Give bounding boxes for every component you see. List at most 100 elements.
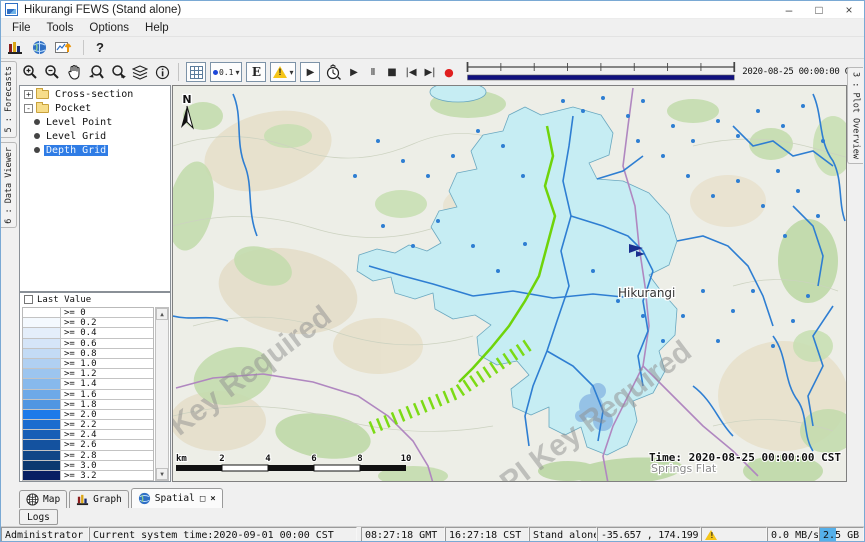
tree-row[interactable]: Level Point xyxy=(20,116,170,128)
tree-row[interactable]: - Pocket xyxy=(20,102,170,114)
menu-bar: File Tools Options Help xyxy=(1,20,864,37)
expand-icon[interactable]: + xyxy=(24,90,33,99)
zoom-in-icon[interactable] xyxy=(20,62,40,82)
tree-item-level-grid[interactable]: Level Grid xyxy=(44,131,108,142)
threshold-dot-icon xyxy=(213,70,218,75)
logs-button[interactable]: Logs xyxy=(19,509,58,525)
last-value-checkbox[interactable] xyxy=(24,295,33,304)
tree-item-cross-section[interactable]: Cross-section xyxy=(53,89,135,100)
status-gmt-time: 08:27:18 GMT xyxy=(361,527,445,542)
map-toolbar: 0.1 ▾ E ▾ ▶ ▶ Ⅱ ■ |◀ ▶| ● xyxy=(19,59,862,85)
warning-thresholds-button[interactable]: ▾ xyxy=(270,62,296,82)
menu-help[interactable]: Help xyxy=(137,21,177,35)
pause-button[interactable]: Ⅱ xyxy=(363,62,382,82)
record-icon: ● xyxy=(444,66,454,79)
zoom-out-icon[interactable] xyxy=(42,62,62,82)
contour-threshold-button[interactable]: 0.1 ▾ xyxy=(210,62,242,82)
legend-scrollbar[interactable]: ▲ ▼ xyxy=(155,307,169,481)
toolbar-separator xyxy=(178,63,179,81)
legend-row: >= 0.6 xyxy=(23,339,153,349)
movie-play-icon: ▶ xyxy=(307,67,315,78)
time-slider[interactable] xyxy=(464,60,738,84)
left-tab-strip: 5 : Forecasts 6 : Data Viewer xyxy=(1,61,18,232)
tree-item-pocket[interactable]: Pocket xyxy=(53,103,93,114)
tab-plot-overview[interactable]: 3 : Plot Overview xyxy=(847,67,863,164)
layers-icon[interactable] xyxy=(130,62,150,82)
help-icon[interactable]: ? xyxy=(90,39,110,56)
tab-spatial[interactable]: Spatial □ × xyxy=(131,488,223,508)
collapse-icon[interactable]: - xyxy=(24,104,33,113)
map-canvas[interactable]: API Key Required API Key Required N Hiku… xyxy=(172,85,847,482)
legend-threshold: >= 0.4 xyxy=(61,328,153,337)
classification-legend-button[interactable]: E xyxy=(246,62,266,82)
grid-display-button[interactable] xyxy=(186,62,206,82)
step-forward-button[interactable]: ▶| xyxy=(420,62,439,82)
tab-forecasts[interactable]: 5 : Forecasts xyxy=(1,61,17,138)
timeline-datetime: 2020-08-25 00:00:00 CST xyxy=(742,67,860,77)
close-button[interactable]: × xyxy=(834,1,864,18)
right-tab-strip: 3 : Plot Overview xyxy=(847,67,864,164)
scale-tick-label: 4 xyxy=(265,454,271,464)
layers-tree-panel: + Cross-section - Pocket Level Point Lev… xyxy=(19,85,171,292)
menu-tools[interactable]: Tools xyxy=(39,21,82,35)
maximize-button[interactable]: □ xyxy=(804,1,834,18)
node-bullet-icon xyxy=(34,133,40,139)
legend-row: >= 2.8 xyxy=(23,451,153,461)
stop-button[interactable]: ■ xyxy=(382,62,401,82)
step-back-button[interactable]: |◀ xyxy=(401,62,420,82)
scale-tick-label: 10 xyxy=(401,454,412,464)
scale-tick-label: 6 xyxy=(311,454,316,464)
spatial-globe-icon xyxy=(138,492,151,505)
legend-row: >= 0.2 xyxy=(23,318,153,328)
step-back-icon: |◀ xyxy=(405,67,416,78)
pause-icon: Ⅱ xyxy=(371,67,376,78)
database-explorer-icon[interactable] xyxy=(5,39,25,56)
legend-threshold: >= 2.8 xyxy=(61,451,153,460)
spatial-display-workspace: 0.1 ▾ E ▾ ▶ ▶ Ⅱ ■ |◀ ▶| ● xyxy=(1,58,864,488)
scale-tick-label: 2 xyxy=(219,454,224,464)
legend-row: >= 2.6 xyxy=(23,440,153,450)
info-icon[interactable] xyxy=(152,62,172,82)
scroll-down-icon[interactable]: ▼ xyxy=(156,468,168,480)
animation-timer-icon[interactable] xyxy=(323,62,343,82)
tab-close-icon[interactable]: × xyxy=(210,494,215,504)
record-button[interactable]: ● xyxy=(439,62,458,82)
tab-map[interactable]: Map xyxy=(19,490,67,508)
scroll-up-icon[interactable]: ▲ xyxy=(156,308,168,320)
play-button[interactable]: ▶ xyxy=(344,62,363,82)
animation-movie-button[interactable]: ▶ xyxy=(300,62,320,82)
north-label: N xyxy=(182,93,191,106)
legend-threshold: >= 2.6 xyxy=(61,440,153,449)
tree-item-depth-grid[interactable]: Depth Grid xyxy=(44,145,108,156)
menu-options[interactable]: Options xyxy=(81,21,137,35)
legend-threshold: >= 0.2 xyxy=(61,318,153,327)
map-time-label: Time: 2020-08-25 00:00:00 CST xyxy=(649,451,841,464)
status-warning-cell[interactable] xyxy=(701,527,767,542)
tab-graph[interactable]: Graph xyxy=(69,490,129,508)
legend-swatch xyxy=(23,451,61,460)
minimize-button[interactable]: – xyxy=(774,1,804,18)
tree-row[interactable]: + Cross-section xyxy=(20,88,170,100)
scale-unit-label: km xyxy=(176,454,187,464)
tab-maximize-icon[interactable]: □ xyxy=(200,494,205,504)
timeseries-dialog-icon[interactable] xyxy=(53,39,73,56)
tree-item-level-point[interactable]: Level Point xyxy=(44,117,114,128)
legend-row: >= 0.4 xyxy=(23,328,153,338)
menu-file[interactable]: File xyxy=(4,21,39,35)
legend-threshold: >= 1.0 xyxy=(61,359,153,368)
legend-threshold: >= 0 xyxy=(61,308,153,317)
legend-swatch xyxy=(23,440,61,449)
tree-row[interactable]: Level Grid xyxy=(20,130,170,142)
place-label-hikurangi: Hikurangi xyxy=(618,286,675,300)
map-display-globe-icon[interactable] xyxy=(29,39,49,56)
tree-row[interactable]: Depth Grid xyxy=(20,144,170,156)
chevron-down-icon: ▾ xyxy=(289,68,293,77)
pan-hand-icon[interactable] xyxy=(64,62,84,82)
stop-icon: ■ xyxy=(387,67,396,78)
globe-wireframe-icon xyxy=(26,493,39,506)
legend-swatch xyxy=(23,390,61,399)
zoom-previous-icon[interactable] xyxy=(86,62,106,82)
zoom-next-icon[interactable] xyxy=(108,62,128,82)
tab-data-viewer[interactable]: 6 : Data Viewer xyxy=(1,142,17,229)
application-window: Hikurangi FEWS (Stand alone) – □ × File … xyxy=(0,0,865,542)
